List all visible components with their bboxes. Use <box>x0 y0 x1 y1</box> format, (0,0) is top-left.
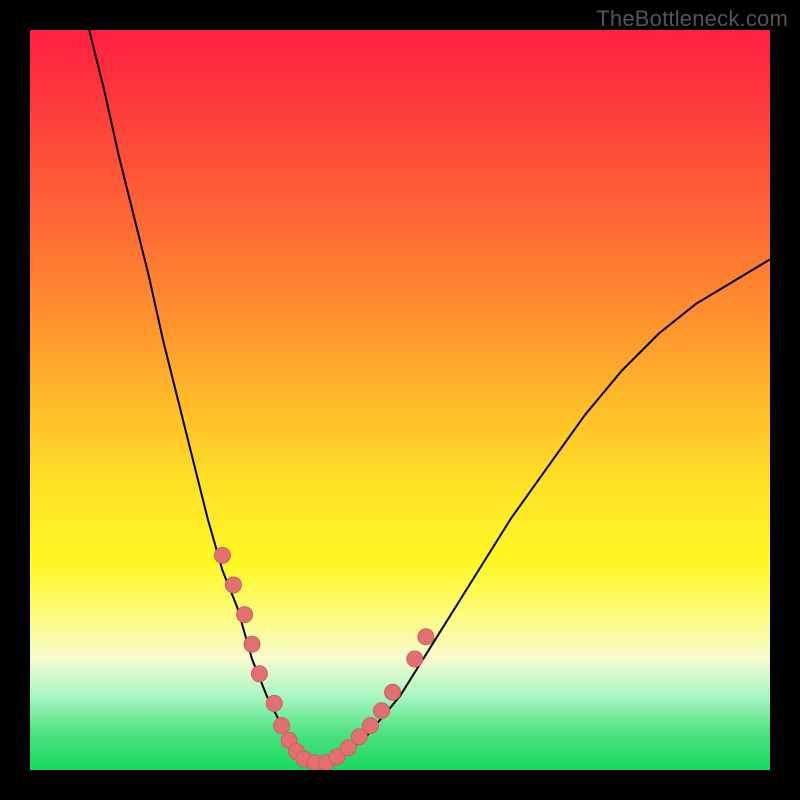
chart-frame: TheBottleneck.com <box>0 0 800 800</box>
bottleneck-curve <box>89 30 770 763</box>
marker-point <box>374 703 390 719</box>
curve-svg <box>30 30 770 770</box>
marker-group <box>214 547 434 770</box>
marker-point <box>214 547 230 563</box>
plot-area <box>30 30 770 770</box>
watermark-text: TheBottleneck.com <box>596 6 788 32</box>
marker-point <box>362 718 378 734</box>
marker-point <box>244 636 260 652</box>
marker-point <box>251 666 267 682</box>
marker-point <box>237 607 253 623</box>
marker-point <box>418 629 434 645</box>
marker-point <box>385 684 401 700</box>
marker-point <box>274 718 290 734</box>
marker-point <box>226 577 242 593</box>
marker-point <box>266 695 282 711</box>
marker-point <box>407 651 423 667</box>
